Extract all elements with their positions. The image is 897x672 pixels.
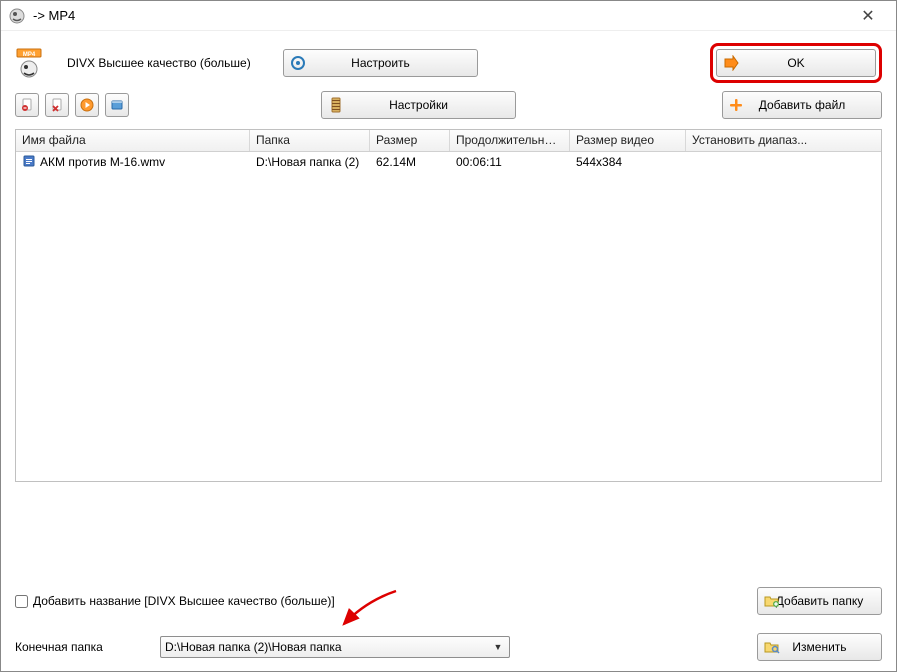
col-size[interactable]: Размер (370, 130, 450, 151)
toolbar-row: Настройки Добавить файл (15, 91, 882, 119)
configure-button[interactable]: Настроить (283, 49, 478, 77)
file-type-icon (22, 154, 36, 171)
cell-duration: 00:06:11 (450, 153, 570, 171)
col-name[interactable]: Имя файла (16, 130, 250, 151)
cell-folder: D:\Новая папка (2) (250, 153, 370, 171)
cell-name: АКМ против М-16.wmv (40, 155, 165, 169)
play-button[interactable] (75, 93, 99, 117)
add-folder-button[interactable]: Добавить папку (757, 587, 882, 615)
ok-icon (723, 55, 739, 71)
window-title: -> MP4 (33, 8, 848, 23)
content-area: MP4 DIVX Высшее качество (больше) Настро… (1, 31, 896, 490)
add-title-checkbox-wrap[interactable]: Добавить название [DIVX Высшее качество … (15, 594, 335, 608)
cell-range (686, 160, 881, 164)
ok-button[interactable]: OK (716, 49, 876, 77)
dest-path: D:\Новая папка (2)\Новая папка (165, 640, 491, 654)
col-video-size[interactable]: Размер видео (570, 130, 686, 151)
window: -> MP4 ✕ MP4 DIVX Высшее качество (больш… (0, 0, 897, 672)
info-button[interactable] (105, 93, 129, 117)
clear-button[interactable] (45, 93, 69, 117)
play-icon (80, 98, 94, 112)
add-title-row: Добавить название [DIVX Высшее качество … (15, 587, 882, 615)
remove-icon (20, 98, 34, 112)
configure-label: Настроить (351, 56, 410, 70)
bottom-panel: Добавить название [DIVX Высшее качество … (15, 587, 882, 661)
add-folder-label: Добавить папку (776, 594, 863, 608)
settings-icon (328, 97, 344, 113)
titlebar: -> MP4 ✕ (1, 1, 896, 31)
cell-size: 62.14M (370, 153, 450, 171)
settings-label: Настройки (389, 98, 448, 112)
add-file-icon (729, 98, 743, 112)
change-button[interactable]: Изменить (757, 633, 882, 661)
profile-icon: MP4 (15, 47, 43, 79)
ok-highlight: OK (710, 43, 882, 83)
change-icon (764, 640, 780, 654)
app-icon (9, 8, 25, 24)
table-header: Имя файла Папка Размер Продолжительность… (16, 130, 881, 152)
add-file-label: Добавить файл (759, 98, 846, 112)
dest-label: Конечная папка (15, 640, 160, 654)
remove-button[interactable] (15, 93, 39, 117)
change-label: Изменить (792, 640, 846, 654)
info-icon (110, 98, 124, 112)
table-row[interactable]: АКМ против М-16.wmv D:\Новая папка (2) 6… (16, 152, 881, 172)
cell-video-size: 544x384 (570, 153, 686, 171)
settings-button[interactable]: Настройки (321, 91, 516, 119)
close-button[interactable]: ✕ (848, 2, 888, 30)
ok-label: OK (787, 56, 804, 70)
quality-label: DIVX Высшее качество (больше) (63, 56, 273, 70)
add-folder-icon (764, 594, 780, 608)
table-body: АКМ против М-16.wmv D:\Новая папка (2) 6… (16, 152, 881, 172)
add-file-button[interactable]: Добавить файл (722, 91, 882, 119)
col-duration[interactable]: Продолжительность (450, 130, 570, 151)
add-title-checkbox[interactable] (15, 595, 28, 608)
col-range[interactable]: Установить диапаз... (686, 130, 881, 151)
file-table: Имя файла Папка Размер Продолжительность… (15, 129, 882, 482)
col-folder[interactable]: Папка (250, 130, 370, 151)
svg-text:MP4: MP4 (23, 52, 36, 58)
dest-combo[interactable]: D:\Новая папка (2)\Новая папка ▼ (160, 636, 510, 658)
top-row: MP4 DIVX Высшее качество (больше) Настро… (15, 43, 882, 83)
chevron-down-icon: ▼ (491, 642, 505, 652)
clear-icon (50, 98, 64, 112)
dest-row: Конечная папка D:\Новая папка (2)\Новая … (15, 633, 882, 661)
add-title-label: Добавить название [DIVX Высшее качество … (33, 594, 335, 608)
configure-icon (290, 55, 306, 71)
